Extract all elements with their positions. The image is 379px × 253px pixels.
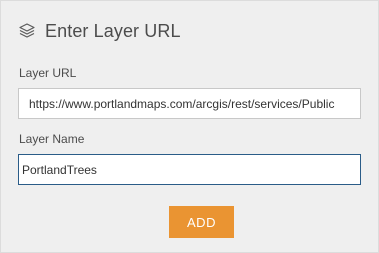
layer-url-label: Layer URL — [19, 66, 77, 80]
enter-layer-url-panel: Enter Layer URL Layer URL Layer Name ADD — [0, 0, 379, 253]
layers-icon — [18, 22, 36, 40]
add-button[interactable]: ADD — [169, 206, 234, 238]
panel-header: Enter Layer URL — [18, 19, 181, 43]
layer-name-input[interactable] — [18, 154, 361, 185]
layer-url-input[interactable] — [18, 88, 361, 119]
panel-title: Enter Layer URL — [45, 20, 181, 41]
layer-name-label: Layer Name — [19, 132, 85, 146]
